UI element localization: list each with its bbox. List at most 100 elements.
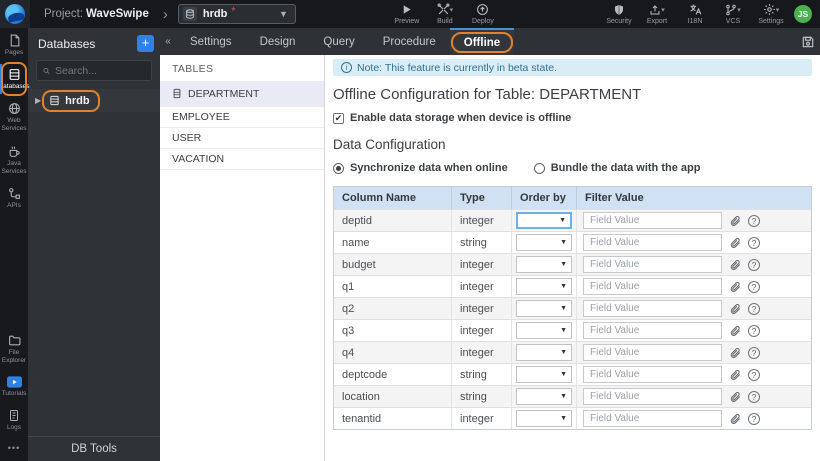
order-by-select[interactable]: ▼ bbox=[516, 366, 572, 383]
filter-value-input[interactable] bbox=[583, 366, 722, 383]
table-list-item-employee[interactable]: EMPLOYEE bbox=[160, 107, 324, 128]
settings-button[interactable]: ▾ Settings bbox=[752, 3, 790, 25]
column-name-cell: deptid bbox=[334, 210, 452, 231]
sidebar-item-apis[interactable]: APIs bbox=[0, 181, 28, 215]
order-by-select[interactable]: ▼ bbox=[516, 322, 572, 339]
topbar-settings-actions: Security ▾ Export I18N ▾ VCS ▾ Settings bbox=[600, 3, 790, 25]
paperclip-icon[interactable] bbox=[729, 237, 741, 249]
table-list-item-vacation[interactable]: VACATION bbox=[160, 149, 324, 170]
i18n-button[interactable]: I18N bbox=[676, 3, 714, 25]
sidebar-item-java-services[interactable]: Java Services bbox=[0, 139, 28, 181]
help-icon[interactable]: ? bbox=[748, 324, 760, 337]
order-by-select[interactable]: ▼ bbox=[516, 212, 572, 229]
more-options-icon[interactable]: ••• bbox=[0, 437, 28, 461]
add-database-button[interactable]: + bbox=[137, 35, 154, 52]
sidebar-item-pages[interactable]: Pages bbox=[0, 28, 28, 62]
branch-icon: ▾ bbox=[725, 3, 741, 16]
paperclip-icon[interactable] bbox=[729, 391, 741, 403]
help-icon[interactable]: ? bbox=[748, 302, 760, 315]
paperclip-icon[interactable] bbox=[729, 303, 741, 315]
db-tools-button[interactable]: DB Tools bbox=[28, 436, 160, 461]
top-bar: Project: WaveSwipe › hrdb * ▼ Preview ▾ B… bbox=[0, 0, 820, 28]
order-by-select[interactable]: ▼ bbox=[516, 256, 572, 273]
filter-value-input[interactable] bbox=[583, 300, 722, 317]
column-name-cell: q4 bbox=[334, 342, 452, 363]
radio-unselected-icon bbox=[533, 162, 545, 174]
databases-panel: Databases + ▶ hrdb DB Tools bbox=[28, 28, 160, 461]
table-list-item-department[interactable]: DEPARTMENT bbox=[160, 81, 324, 107]
chevron-down-icon: ▼ bbox=[560, 261, 567, 268]
column-config-row: q1 integer ▼ Field Value ? bbox=[334, 275, 811, 297]
order-by-select[interactable]: ▼ bbox=[516, 234, 572, 251]
radio-synchronize-online[interactable]: Synchronize data when online bbox=[333, 162, 508, 174]
paperclip-icon[interactable] bbox=[729, 325, 741, 337]
enable-offline-storage-checkbox-row[interactable]: ✔ Enable data storage when device is off… bbox=[333, 112, 812, 124]
sidebar-item-databases[interactable]: Databases bbox=[0, 62, 30, 97]
sidebar-item-web-services[interactable]: Web Services bbox=[0, 96, 28, 138]
tab-settings[interactable]: Settings bbox=[176, 28, 246, 55]
user-avatar[interactable]: JS bbox=[794, 5, 812, 23]
filter-value-input[interactable] bbox=[583, 234, 722, 251]
column-name-cell: name bbox=[334, 232, 452, 253]
database-tree-item-hrdb[interactable]: ▶ hrdb bbox=[28, 89, 160, 112]
order-by-select[interactable]: ▼ bbox=[516, 344, 572, 361]
order-by-select[interactable]: ▼ bbox=[516, 300, 572, 317]
export-button[interactable]: ▾ Export bbox=[638, 3, 676, 25]
order-by-select[interactable]: ▼ bbox=[516, 410, 572, 427]
sidebar-item-logs[interactable]: Logs bbox=[0, 403, 28, 437]
paperclip-icon[interactable] bbox=[729, 259, 741, 271]
filter-value-input[interactable] bbox=[583, 256, 722, 273]
help-icon[interactable]: ? bbox=[748, 390, 760, 403]
search-icon bbox=[43, 67, 50, 74]
filter-value-input[interactable] bbox=[583, 212, 722, 229]
app-logo[interactable] bbox=[0, 0, 30, 28]
tables-panel-title: TABLES bbox=[172, 63, 214, 75]
filter-value-input[interactable] bbox=[583, 322, 722, 339]
order-by-select[interactable]: ▼ bbox=[516, 278, 572, 295]
offline-config-content: i Note: This feature is currently in bet… bbox=[325, 55, 820, 461]
help-icon[interactable]: ? bbox=[748, 236, 760, 249]
column-type-cell: integer bbox=[452, 276, 512, 297]
column-name-cell: location bbox=[334, 386, 452, 407]
order-by-select[interactable]: ▼ bbox=[516, 388, 572, 405]
search-input[interactable] bbox=[55, 64, 145, 77]
sidebar-item-tutorials[interactable]: Tutorials bbox=[0, 370, 28, 403]
help-icon[interactable]: ? bbox=[748, 258, 760, 271]
filter-value-input[interactable] bbox=[583, 388, 722, 405]
sidebar-item-file-explorer[interactable]: File Explorer bbox=[0, 328, 28, 370]
help-icon[interactable]: ? bbox=[748, 412, 760, 425]
security-button[interactable]: Security bbox=[600, 3, 638, 25]
save-button[interactable] bbox=[796, 28, 820, 55]
paperclip-icon[interactable] bbox=[729, 215, 741, 227]
chevron-down-icon: ▼ bbox=[560, 327, 567, 334]
help-icon[interactable]: ? bbox=[748, 346, 760, 359]
tab-query[interactable]: Query bbox=[309, 28, 368, 55]
deploy-button[interactable]: Deploy bbox=[464, 3, 502, 25]
expand-caret-icon[interactable]: ▶ bbox=[35, 96, 41, 105]
paperclip-icon[interactable] bbox=[729, 281, 741, 293]
help-icon[interactable]: ? bbox=[748, 368, 760, 381]
play-icon bbox=[401, 3, 412, 16]
checkbox-checked-icon[interactable]: ✔ bbox=[333, 112, 344, 124]
paperclip-icon[interactable] bbox=[729, 413, 741, 425]
chevron-down-icon: ▼ bbox=[560, 415, 567, 422]
paperclip-icon[interactable] bbox=[729, 347, 741, 359]
help-icon[interactable]: ? bbox=[748, 280, 760, 293]
database-context-selector[interactable]: hrdb * ▼ bbox=[177, 4, 296, 24]
tab-offline[interactable]: Offline bbox=[449, 28, 515, 55]
preview-button[interactable]: Preview bbox=[388, 3, 426, 25]
collapse-panel-icon[interactable]: « bbox=[160, 28, 176, 55]
vcs-button[interactable]: ▾ VCS bbox=[714, 3, 752, 25]
paperclip-icon[interactable] bbox=[729, 369, 741, 381]
table-list-item-user[interactable]: USER bbox=[160, 128, 324, 149]
column-type-cell: string bbox=[452, 232, 512, 253]
radio-bundle-with-app[interactable]: Bundle the data with the app bbox=[533, 162, 700, 174]
tab-design[interactable]: Design bbox=[246, 28, 310, 55]
filter-value-input[interactable] bbox=[583, 410, 722, 427]
filter-value-input[interactable] bbox=[583, 344, 722, 361]
build-button[interactable]: ▾ Build bbox=[426, 3, 464, 25]
column-type-cell: integer bbox=[452, 298, 512, 319]
filter-value-input[interactable] bbox=[583, 278, 722, 295]
help-icon[interactable]: ? bbox=[748, 214, 760, 227]
tab-procedure[interactable]: Procedure bbox=[369, 28, 450, 55]
